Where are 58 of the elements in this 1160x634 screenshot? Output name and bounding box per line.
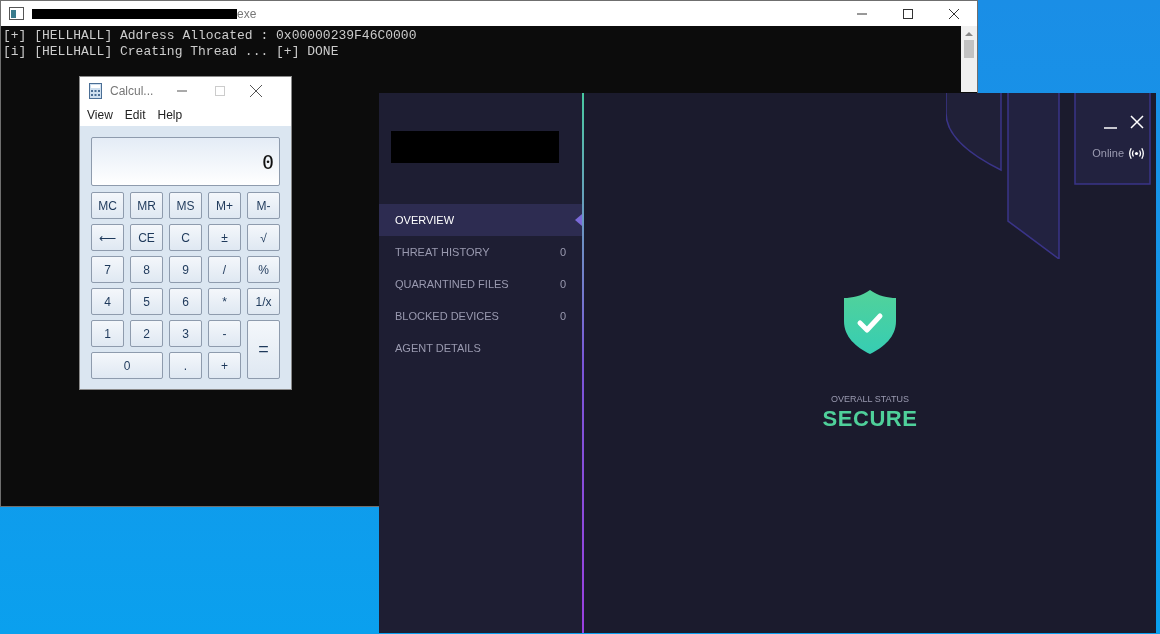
calculator-key[interactable]: +: [208, 352, 241, 379]
calculator-key[interactable]: M-: [247, 192, 280, 219]
sidebar-item[interactable]: QUARANTINED FILES 0: [379, 268, 582, 300]
console-app-icon: [9, 7, 24, 20]
calculator-key[interactable]: /: [208, 256, 241, 283]
menu-item[interactable]: View: [87, 106, 113, 124]
window-title: exe: [237, 5, 257, 23]
calculator-key[interactable]: =: [247, 320, 280, 379]
calculator-key[interactable]: ±: [208, 224, 241, 251]
calculator-key[interactable]: -: [208, 320, 241, 347]
calculator-app-icon: [89, 82, 102, 99]
maximize-icon: [903, 8, 913, 19]
menu-item[interactable]: Edit: [124, 106, 146, 124]
connection-status: Online: [1092, 146, 1124, 161]
calculator-key[interactable]: 3: [169, 320, 202, 347]
sidebar-item[interactable]: THREAT HISTORY 0: [379, 236, 582, 268]
calculator-key[interactable]: 4: [91, 288, 124, 315]
calculator-key[interactable]: 2: [130, 320, 163, 347]
calculator-key[interactable]: C: [169, 224, 202, 251]
status-value: SECURE: [822, 407, 918, 430]
scrollbar-thumb[interactable]: [964, 40, 974, 58]
close-icon: [1130, 115, 1144, 129]
calculator-display: 0: [91, 137, 280, 186]
close-icon: [250, 84, 263, 97]
close-icon: [949, 8, 959, 19]
calculator-key[interactable]: 8: [130, 256, 163, 283]
minimize-icon: [1104, 127, 1117, 129]
scroll-up-arrow-icon[interactable]: [965, 31, 973, 37]
calculator-key[interactable]: *: [208, 288, 241, 315]
sidebar-item[interactable]: BLOCKED DEVICES 0: [379, 300, 582, 332]
shield-check-icon: [842, 289, 898, 355]
calculator-key[interactable]: M+: [208, 192, 241, 219]
calculator-key[interactable]: %: [247, 256, 280, 283]
calculator-key[interactable]: √: [247, 224, 280, 251]
maximize-icon: [215, 85, 226, 96]
scrollbar[interactable]: [961, 26, 977, 92]
calculator-key[interactable]: CE: [130, 224, 163, 251]
status-label: OVERALL STATUS: [831, 393, 909, 406]
calculator-key[interactable]: 5: [130, 288, 163, 315]
calculator-key[interactable]: 1: [91, 320, 124, 347]
calculator-key[interactable]: ⟵: [91, 224, 124, 251]
calculator-key[interactable]: 6: [169, 288, 202, 315]
calculator-key[interactable]: 9: [169, 256, 202, 283]
calculator-key[interactable]: MR: [130, 192, 163, 219]
sidebar-item[interactable]: OVERVIEW: [379, 204, 582, 236]
calculator-key[interactable]: MC: [91, 192, 124, 219]
console-output-line: [+] [HELLHALL] Address Allocated : 0x00000239F46C0000: [3, 28, 418, 44]
calculator-key[interactable]: .: [169, 352, 202, 379]
calculator-key[interactable]: 1/x: [247, 288, 280, 315]
console-output-line: [i] [HELLHALL] Creating Thread ... [+] DONE: [3, 44, 340, 60]
broadcast-icon: [1129, 146, 1144, 160]
close-button[interactable]: [1130, 115, 1144, 129]
window-title: Calcul...: [110, 82, 154, 100]
sidebar-item[interactable]: AGENT DETAILS: [379, 332, 582, 364]
menu-item[interactable]: Help: [157, 106, 183, 124]
calculator-key[interactable]: MS: [169, 192, 202, 219]
calculator-key[interactable]: 7: [91, 256, 124, 283]
calculator-key[interactable]: 0: [91, 352, 163, 379]
